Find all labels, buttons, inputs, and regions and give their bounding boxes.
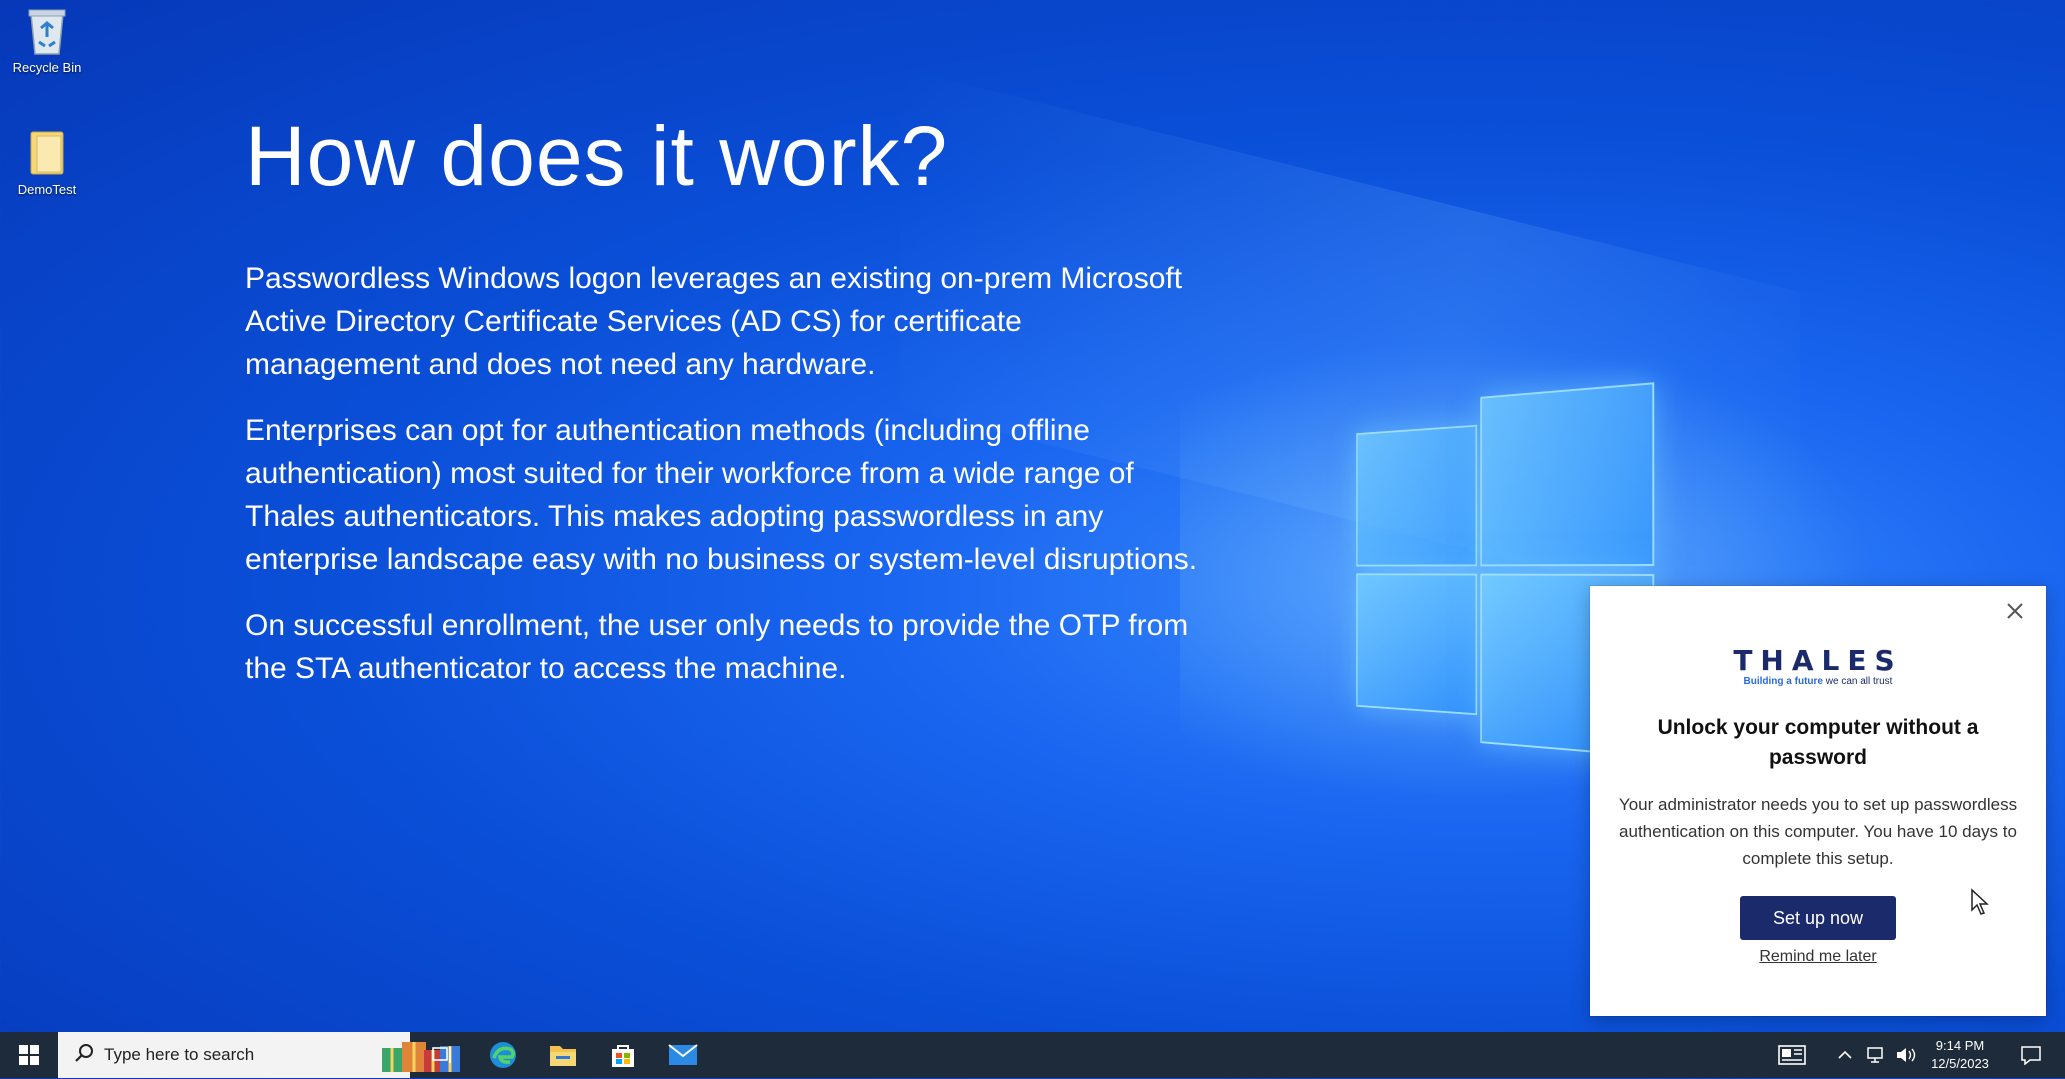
desktop-icon-demotest[interactable]: DemoTest: [2, 128, 92, 197]
store-icon[interactable]: [598, 1032, 648, 1078]
edge-icon[interactable]: [478, 1032, 528, 1078]
setup-popup: THALES Building a future we can all trus…: [1590, 586, 2046, 1016]
remind-me-later-link[interactable]: Remind me later: [1590, 948, 2046, 966]
paragraph: On successful enrollment, the user only …: [245, 604, 1205, 690]
search-placeholder: Type here to search: [104, 1045, 254, 1065]
start-button[interactable]: [0, 1032, 58, 1078]
mouse-cursor-icon: [1970, 888, 1990, 916]
desktop-icon-label: Recycle Bin: [2, 60, 92, 75]
desktop: Recycle Bin DemoTest How does it work? P…: [0, 0, 2065, 1032]
close-icon[interactable]: [2002, 598, 2028, 624]
clock-time: 9:14 PM: [1936, 1037, 1984, 1055]
search-icon: [74, 1043, 94, 1068]
mail-icon[interactable]: [658, 1032, 708, 1078]
recycle-bin-icon: [25, 4, 69, 56]
file-explorer-icon[interactable]: [538, 1032, 588, 1078]
desktop-icon-recycle-bin[interactable]: Recycle Bin: [2, 4, 92, 75]
set-up-now-button[interactable]: Set up now: [1740, 896, 1896, 940]
desktop-icon-label: DemoTest: [2, 182, 92, 197]
paragraph: Passwordless Windows logon leverages an …: [245, 257, 1205, 386]
chevron-up-icon[interactable]: [1830, 1032, 1860, 1078]
taskbar-search-box[interactable]: Type here to search: [58, 1032, 410, 1078]
page-heading: How does it work?: [245, 108, 948, 205]
system-clock[interactable]: 9:14 PM 12/5/2023: [1920, 1032, 2000, 1078]
tagline-emphasis: Building a future: [1744, 676, 1823, 687]
popup-body: Your administrator needs you to set up p…: [1610, 791, 2026, 872]
logo-text: THALES: [1590, 646, 2046, 676]
popup-title: Unlock your computer without a password: [1620, 713, 2016, 773]
tagline-rest: we can all trust: [1823, 676, 1892, 687]
taskbar: Type here to search 9:14 PM 12/5/2023: [0, 1032, 2065, 1078]
notification-center-icon[interactable]: [2006, 1032, 2056, 1078]
volume-icon[interactable]: [1892, 1032, 1920, 1078]
thales-logo: THALES Building a future we can all trus…: [1590, 646, 2046, 687]
news-widget-icon[interactable]: [1772, 1032, 1812, 1078]
clock-date: 12/5/2023: [1931, 1055, 1989, 1073]
paragraph: Enterprises can opt for authentication m…: [245, 409, 1205, 581]
folder-icon: [27, 128, 67, 178]
logo-pane: [1356, 425, 1477, 567]
logo-tagline: Building a future we can all trust: [1590, 676, 2046, 687]
windows-start-icon: [19, 1045, 39, 1065]
task-view-icon[interactable]: [418, 1032, 468, 1078]
logo-pane: [1356, 573, 1477, 715]
network-icon[interactable]: [1862, 1032, 1890, 1078]
logo-pane: [1480, 382, 1654, 566]
